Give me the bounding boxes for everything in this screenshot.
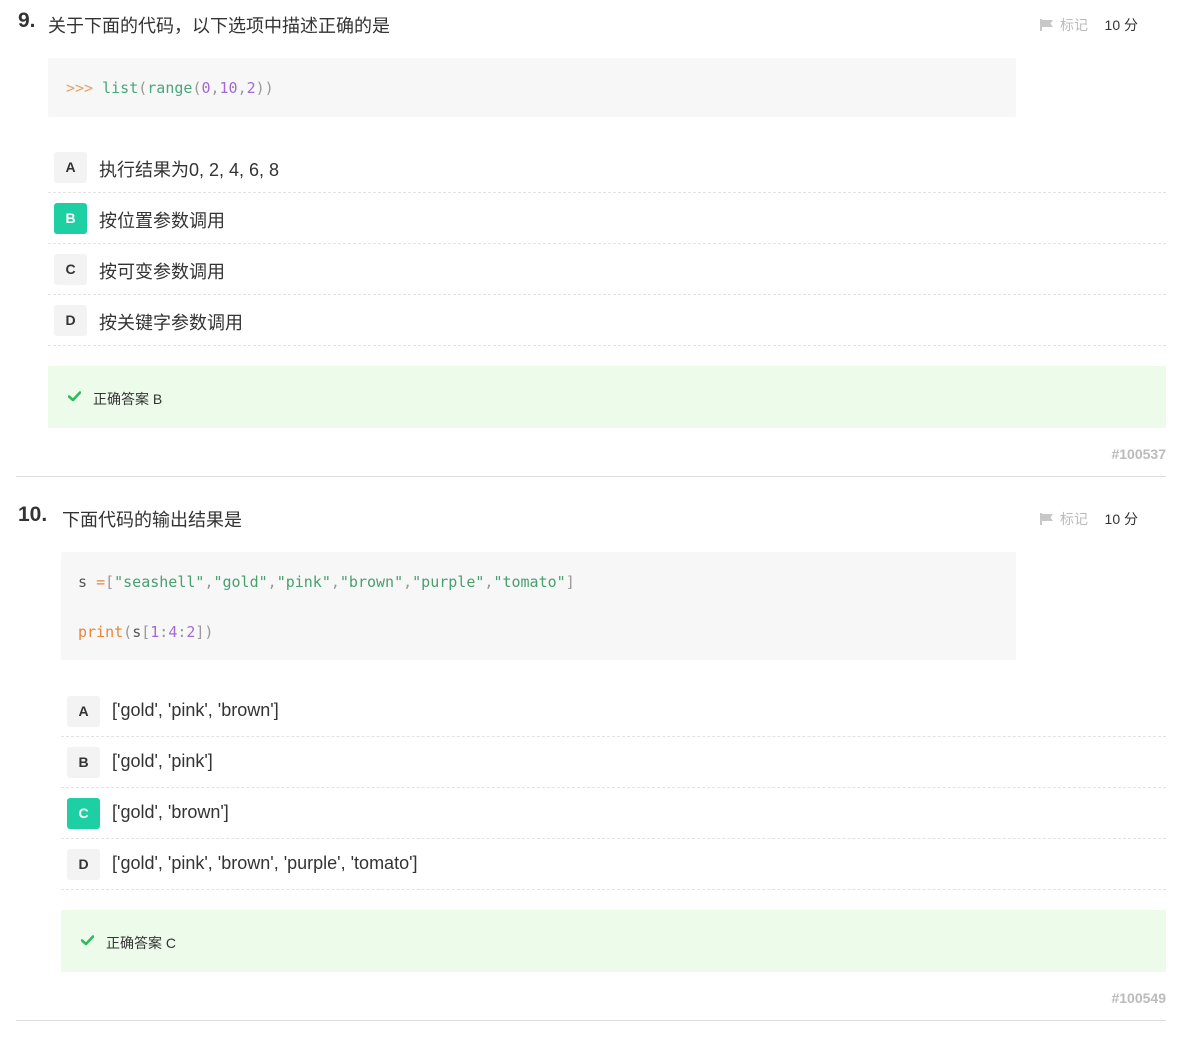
code-token: [ [141,623,151,641]
option-letter: C [54,254,87,285]
question-title: 下面代码的输出结果是 [62,510,242,530]
option-letter: D [67,849,100,880]
option-text: ['gold', 'pink', 'brown', 'purple', 'tom… [112,853,418,873]
options-list: A ['gold', 'pink', 'brown'] B ['gold', '… [61,686,1166,890]
code-token: , [210,79,220,97]
option-c[interactable]: C ['gold', 'brown'] [61,788,1166,839]
code-line: >>> list(range(0,10,2)) [66,78,998,98]
answer-box: 正确答案 C [61,910,1166,972]
answer-text: 正确答案 B [93,391,163,407]
code-token: s [78,573,97,591]
code-line: print(s[1:4:2]) [78,622,999,642]
code-token: "seashell" [114,573,205,591]
option-d[interactable]: D 按关键字参数调用 [48,295,1166,346]
option-a[interactable]: A ['gold', 'pink', 'brown'] [61,686,1166,737]
answer-text: 正确答案 C [106,935,176,951]
question-header: 9. 关于下面的代码，以下选项中描述正确的是 标记 10 分 [16,0,1166,46]
option-letter-correct: B [54,203,87,234]
code-token: print [78,623,124,641]
option-letter-correct: C [67,798,100,829]
question-card: 9. 关于下面的代码，以下选项中描述正确的是 标记 10 分 >>> list(… [16,0,1166,477]
code-token: )) [255,79,274,97]
question-card: 10. 下面代码的输出结果是 标记 10 分 s =["seashell","g… [16,494,1166,1021]
option-text: ['gold', 'brown'] [112,802,229,822]
flag-icon [1040,19,1053,31]
answer-box: 正确答案 B [48,366,1166,428]
code-token: 4 [168,623,178,641]
code-token: 0 [201,79,211,97]
option-letter: A [54,152,87,183]
option-text: ['gold', 'pink'] [112,751,213,771]
code-token: range [147,79,193,97]
divider [16,476,1166,477]
mark-label: 标记 [1060,17,1088,33]
question-title: 关于下面的代码，以下选项中描述正确的是 [48,16,390,36]
option-b[interactable]: B ['gold', 'pink'] [61,737,1166,788]
question-score: 10 分 [1104,511,1138,527]
code-token: , [267,573,277,591]
mark-button[interactable]: 标记 [1040,509,1088,529]
code-token: s [132,623,142,641]
code-token: list [102,79,139,97]
mark-button[interactable]: 标记 [1040,15,1088,35]
option-text: 按关键字参数调用 [99,313,243,333]
code-token: = [96,573,106,591]
code-token: ] [565,573,575,591]
question-number: 9. [18,9,36,32]
code-token: "brown" [339,573,404,591]
code-block: s =["seashell","gold","pink","brown","pu… [61,552,1016,660]
check-icon [68,391,81,402]
option-text: 执行结果为0, 2, 4, 6, 8 [99,160,280,180]
option-c[interactable]: C 按可变参数调用 [48,244,1166,295]
question-number: 10. [18,503,48,526]
code-token: "pink" [276,573,331,591]
question-id: #100537 [1111,446,1166,462]
code-token: [ [105,573,115,591]
flag-icon [1040,513,1053,525]
check-icon [81,935,94,946]
code-token: : [159,623,169,641]
code-token: "purple" [412,573,485,591]
option-b[interactable]: B 按位置参数调用 [48,193,1166,244]
options-list: A 执行结果为0, 2, 4, 6, 8 B 按位置参数调用 C 按可变参数调用… [48,142,1166,346]
option-letter: B [67,747,100,778]
code-line: s =["seashell","gold","pink","brown","pu… [78,572,999,592]
option-text: 按位置参数调用 [99,211,225,231]
code-token: "tomato" [493,573,566,591]
code-token: , [237,79,247,97]
code-token: ( [123,623,133,641]
code-token: >>> [66,79,103,97]
code-token: ( [138,79,148,97]
question-score: 10 分 [1104,17,1138,33]
divider [16,1020,1166,1021]
code-block: >>> list(range(0,10,2)) [48,58,1016,117]
code-token: , [403,573,413,591]
code-token: , [330,573,340,591]
code-token: 10 [219,79,238,97]
option-letter: D [54,305,87,336]
option-a[interactable]: A 执行结果为0, 2, 4, 6, 8 [48,142,1166,193]
code-token: ]) [195,623,214,641]
code-token: "gold" [213,573,268,591]
option-letter: A [67,696,100,727]
option-d[interactable]: D ['gold', 'pink', 'brown', 'purple', 't… [61,839,1166,890]
question-id: #100549 [1111,990,1166,1006]
option-text: ['gold', 'pink', 'brown'] [112,700,279,720]
mark-label: 标记 [1060,511,1088,527]
code-token: 1 [150,623,160,641]
option-text: 按可变参数调用 [99,262,225,282]
question-header: 10. 下面代码的输出结果是 标记 10 分 [16,494,1166,540]
code-token: 2 [246,79,256,97]
